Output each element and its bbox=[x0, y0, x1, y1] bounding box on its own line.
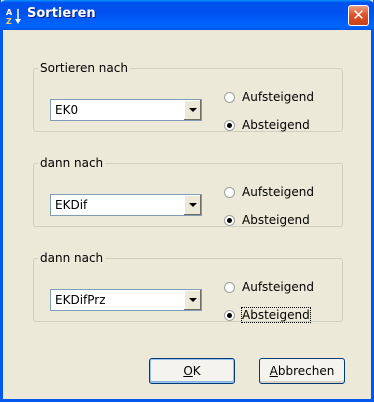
descending-radio-2[interactable]: Absteigend bbox=[224, 213, 310, 227]
descending-label: Absteigend bbox=[242, 213, 310, 227]
combo-value: EKDifPrz bbox=[55, 293, 106, 307]
ok-label: K bbox=[192, 364, 201, 378]
sort-dialog: A Z Sortieren ✕ Sortieren nach EK0 Aufst… bbox=[0, 0, 374, 402]
chevron-down-icon bbox=[188, 108, 197, 112]
ascending-radio-2[interactable]: Aufsteigend bbox=[224, 185, 314, 199]
sort-field-combo-1[interactable]: EK0 bbox=[50, 99, 202, 121]
cancel-button[interactable]: Abbrechen bbox=[259, 358, 345, 384]
combo-dropdown-button[interactable] bbox=[183, 290, 201, 310]
descending-label: Absteigend bbox=[241, 307, 311, 323]
window-border-left bbox=[0, 30, 3, 401]
chevron-down-icon bbox=[188, 203, 197, 207]
sort-group-primary: Sortieren nach EK0 Aufsteigend Absteigen… bbox=[33, 62, 343, 132]
cancel-mnemonic: A bbox=[269, 364, 278, 378]
window-title: Sortieren bbox=[27, 6, 96, 21]
group-legend: dann nach bbox=[40, 251, 104, 265]
title-bar[interactable]: A Z Sortieren ✕ bbox=[0, 0, 374, 30]
combo-value: EK0 bbox=[55, 103, 79, 117]
combo-dropdown-button[interactable] bbox=[183, 195, 201, 215]
group-legend: dann nach bbox=[40, 156, 104, 170]
ascending-radio-1[interactable]: Aufsteigend bbox=[224, 90, 314, 104]
radio-checked-icon bbox=[224, 119, 235, 131]
ascending-label: Aufsteigend bbox=[242, 185, 314, 199]
sort-group-secondary: dann nach EKDif Aufsteigend Absteigend bbox=[33, 157, 343, 227]
group-legend: Sortieren nach bbox=[40, 61, 128, 75]
ascending-label: Aufsteigend bbox=[242, 90, 314, 104]
combo-value: EKDif bbox=[55, 198, 88, 212]
svg-text:Z: Z bbox=[6, 17, 12, 25]
sort-az-icon: A Z bbox=[6, 8, 21, 25]
window-border-bottom bbox=[0, 399, 374, 402]
sort-group-tertiary: dann nach EKDifPrz Aufsteigend Absteigen… bbox=[33, 251, 343, 323]
radio-checked-icon bbox=[224, 309, 235, 321]
combo-dropdown-button[interactable] bbox=[183, 100, 201, 120]
close-icon: ✕ bbox=[352, 6, 365, 24]
ascending-radio-3[interactable]: Aufsteigend bbox=[224, 280, 314, 294]
ok-mnemonic: O bbox=[183, 364, 193, 378]
radio-circle-icon bbox=[224, 91, 235, 103]
svg-text:A: A bbox=[6, 8, 13, 17]
descending-label: Absteigend bbox=[242, 118, 310, 132]
radio-circle-icon bbox=[224, 281, 235, 293]
ascending-label: Aufsteigend bbox=[242, 280, 314, 294]
chevron-down-icon bbox=[188, 298, 197, 302]
cancel-label: bbrechen bbox=[277, 364, 335, 378]
descending-radio-1[interactable]: Absteigend bbox=[224, 118, 310, 132]
close-button[interactable]: ✕ bbox=[348, 5, 369, 26]
ok-button[interactable]: OK bbox=[149, 358, 235, 384]
sort-field-combo-2[interactable]: EKDif bbox=[50, 194, 202, 216]
radio-circle-icon bbox=[224, 186, 235, 198]
sort-field-combo-3[interactable]: EKDifPrz bbox=[50, 289, 202, 311]
radio-checked-icon bbox=[224, 214, 235, 226]
descending-radio-3[interactable]: Absteigend bbox=[224, 307, 311, 323]
